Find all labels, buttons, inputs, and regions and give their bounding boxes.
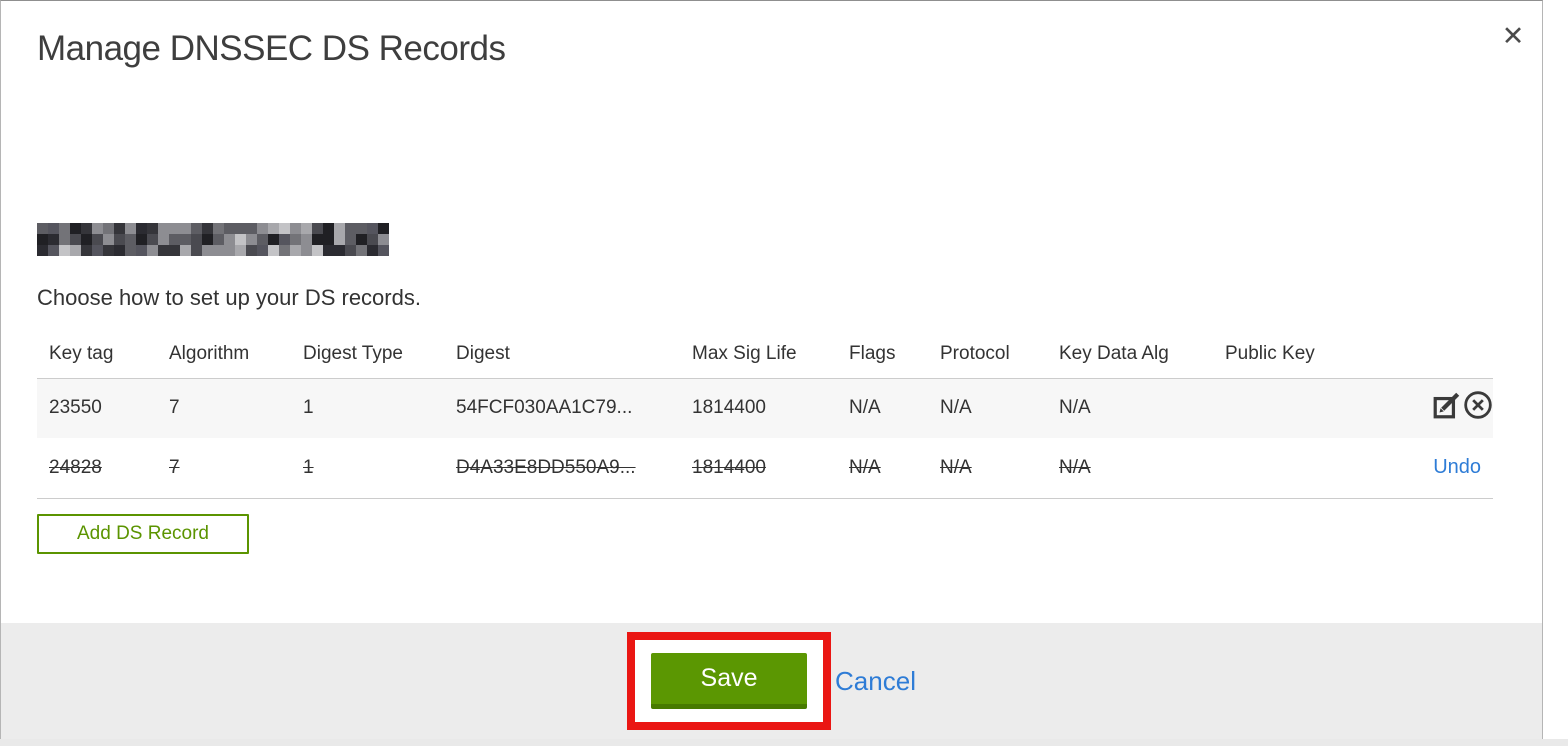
table-cell: N/A xyxy=(837,438,928,499)
add-ds-record-button[interactable]: Add DS Record xyxy=(37,514,249,554)
table-header: Key tag xyxy=(37,331,157,379)
table-header: Public Key xyxy=(1213,331,1349,379)
table-cell: N/A xyxy=(928,378,1047,438)
table-header: Algorithm xyxy=(157,331,291,379)
table-row: 23550 7 1 54FCF030AA1C79... 1814400 N/A N/A N/A xyxy=(37,378,1493,438)
table-cell: N/A xyxy=(928,438,1047,499)
modal-footer: Save Cancel xyxy=(1,623,1542,739)
save-button[interactable]: Save xyxy=(651,653,808,709)
table-cell: 7 xyxy=(157,378,291,438)
table-row: 24828 7 1 D4A33E8DD550A9... 1814400 N/A N/A N/A… xyxy=(37,438,1493,499)
table-header: Max Sig Life xyxy=(680,331,837,379)
table-cell: 24828 xyxy=(37,438,157,499)
table-cell xyxy=(1213,438,1349,499)
table-header: Digest xyxy=(444,331,680,379)
table-header: Digest Type xyxy=(291,331,444,379)
table-header: Flags xyxy=(837,331,928,379)
table-header-actions xyxy=(1349,331,1493,379)
page-background-strip xyxy=(0,739,1568,746)
table-cell xyxy=(1213,378,1349,438)
edit-icon[interactable] xyxy=(1432,390,1462,426)
table-cell: 1 xyxy=(291,438,444,499)
ds-records-table: Key tag Algorithm Digest Type Digest Max Sig… xyxy=(37,331,1493,499)
redacted-domain-blur xyxy=(37,223,389,257)
table-header: Key Data Alg xyxy=(1047,331,1213,379)
annotation-highlight-box: Save xyxy=(627,632,832,730)
dnssec-modal: Manage DNSSEC DS Records ✕ Choose how to… xyxy=(0,0,1543,739)
table-cell: 23550 xyxy=(37,378,157,438)
table-cell: 54FCF030AA1C79... xyxy=(444,378,680,438)
table-cell: 1814400 xyxy=(680,378,837,438)
table-cell: N/A xyxy=(1047,438,1213,499)
table-header: Protocol xyxy=(928,331,1047,379)
page-title: Manage DNSSEC DS Records xyxy=(37,29,506,68)
row-actions xyxy=(1349,378,1493,438)
table-cell: 1814400 xyxy=(680,438,837,499)
table-header-row: Key tag Algorithm Digest Type Digest Max Sig… xyxy=(37,331,1493,379)
cancel-link[interactable]: Cancel xyxy=(835,666,916,697)
table-cell: N/A xyxy=(1047,378,1213,438)
undo-link[interactable]: Undo xyxy=(1433,456,1493,478)
delete-icon[interactable] xyxy=(1463,390,1493,426)
table-cell: N/A xyxy=(837,378,928,438)
table-cell: 7 xyxy=(157,438,291,499)
table-cell: D4A33E8DD550A9... xyxy=(444,438,680,499)
row-actions: Undo xyxy=(1349,438,1493,499)
table-cell: 1 xyxy=(291,378,444,438)
subtitle: Choose how to set up your DS records. xyxy=(37,285,421,310)
close-icon[interactable]: ✕ xyxy=(1498,21,1528,51)
